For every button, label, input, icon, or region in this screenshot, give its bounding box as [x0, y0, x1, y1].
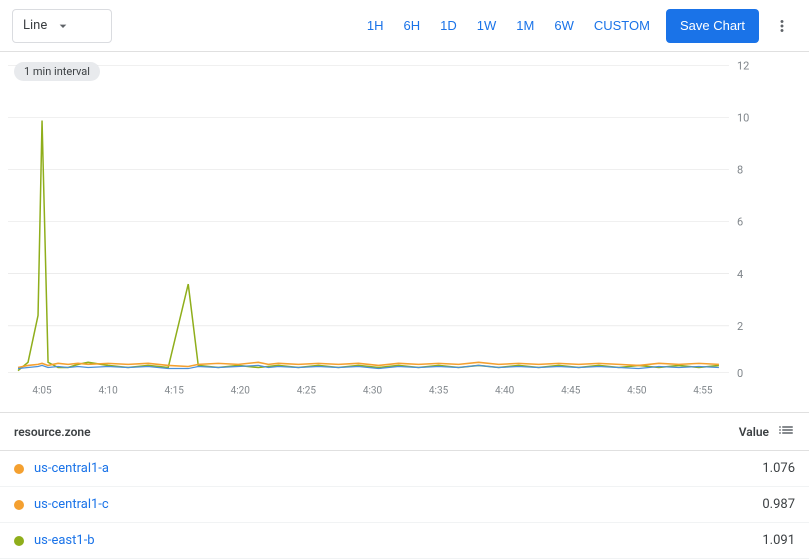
- time-btn-1w[interactable]: 1W: [469, 11, 505, 41]
- svg-text:4:15: 4:15: [165, 385, 185, 396]
- save-chart-button[interactable]: Save Chart: [666, 9, 759, 43]
- svg-text:4:50: 4:50: [627, 385, 647, 396]
- svg-text:10: 10: [737, 111, 749, 124]
- chevron-down-icon: [55, 18, 71, 34]
- line-chart-svg: 12 10 8 6 4 2 0 4:05 4:10 4:15 4:20 4:25…: [8, 60, 769, 404]
- legend-name-1[interactable]: us-central1-c: [34, 497, 762, 512]
- svg-text:4:25: 4:25: [297, 385, 317, 396]
- time-btn-6h[interactable]: 6H: [396, 11, 429, 41]
- legend-value-2: 1.091: [762, 533, 795, 548]
- legend-value-0: 1.076: [762, 461, 795, 476]
- legend-dot-2: [14, 536, 24, 546]
- legend-row-1: us-central1-c 0.987: [0, 487, 809, 523]
- svg-text:12: 12: [737, 60, 749, 72]
- legend-value-1: 0.987: [762, 497, 795, 512]
- time-btn-6w[interactable]: 6W: [546, 11, 582, 41]
- legend-name-2[interactable]: us-east1-b: [34, 533, 762, 548]
- svg-text:4:45: 4:45: [561, 385, 581, 396]
- interval-badge: 1 min interval: [14, 62, 100, 81]
- svg-text:4:05: 4:05: [32, 385, 52, 396]
- legend-row-2: us-east1-b 1.091: [0, 523, 809, 559]
- legend-dot-1: [14, 500, 24, 510]
- svg-text:4:55: 4:55: [693, 385, 713, 396]
- legend-dot-0: [14, 464, 24, 474]
- svg-text:8: 8: [737, 163, 743, 176]
- legend-header: resource.zone Value: [0, 413, 809, 451]
- chart-area: 1 min interval 12 10 8 6 4 2 0 4:05 4:10…: [0, 52, 809, 412]
- legend-section: resource.zone Value us-central1-a 1.076 …: [0, 412, 809, 559]
- line-us-east1b: [18, 120, 719, 370]
- chart-type-label: Line: [23, 18, 47, 33]
- time-btn-1h[interactable]: 1H: [359, 11, 392, 41]
- col-resource-header: resource.zone: [14, 425, 739, 439]
- legend-chart-icon[interactable]: [777, 421, 795, 442]
- svg-text:4:40: 4:40: [495, 385, 515, 396]
- svg-text:4:10: 4:10: [98, 385, 118, 396]
- svg-text:4:35: 4:35: [429, 385, 449, 396]
- time-btn-1d[interactable]: 1D: [432, 11, 465, 41]
- col-value-header: Value: [739, 425, 769, 439]
- legend-name-0[interactable]: us-central1-a: [34, 461, 762, 476]
- header: Line 1H 6H 1D 1W 1M 6W CUSTOM Save Chart: [0, 0, 809, 52]
- time-buttons: 1H 6H 1D 1W 1M 6W CUSTOM: [359, 11, 658, 41]
- legend-row-0: us-central1-a 1.076: [0, 451, 809, 487]
- chart-type-dropdown[interactable]: Line: [12, 9, 112, 43]
- time-btn-custom[interactable]: CUSTOM: [586, 11, 658, 41]
- time-btn-1m[interactable]: 1M: [508, 11, 542, 41]
- svg-text:6: 6: [737, 216, 743, 229]
- more-options-button[interactable]: [767, 11, 797, 41]
- svg-text:4:30: 4:30: [363, 385, 383, 396]
- svg-text:2: 2: [737, 320, 743, 333]
- svg-text:0: 0: [737, 367, 743, 380]
- more-vert-icon: [773, 17, 791, 35]
- svg-text:4:20: 4:20: [231, 385, 251, 396]
- svg-text:4: 4: [737, 268, 744, 281]
